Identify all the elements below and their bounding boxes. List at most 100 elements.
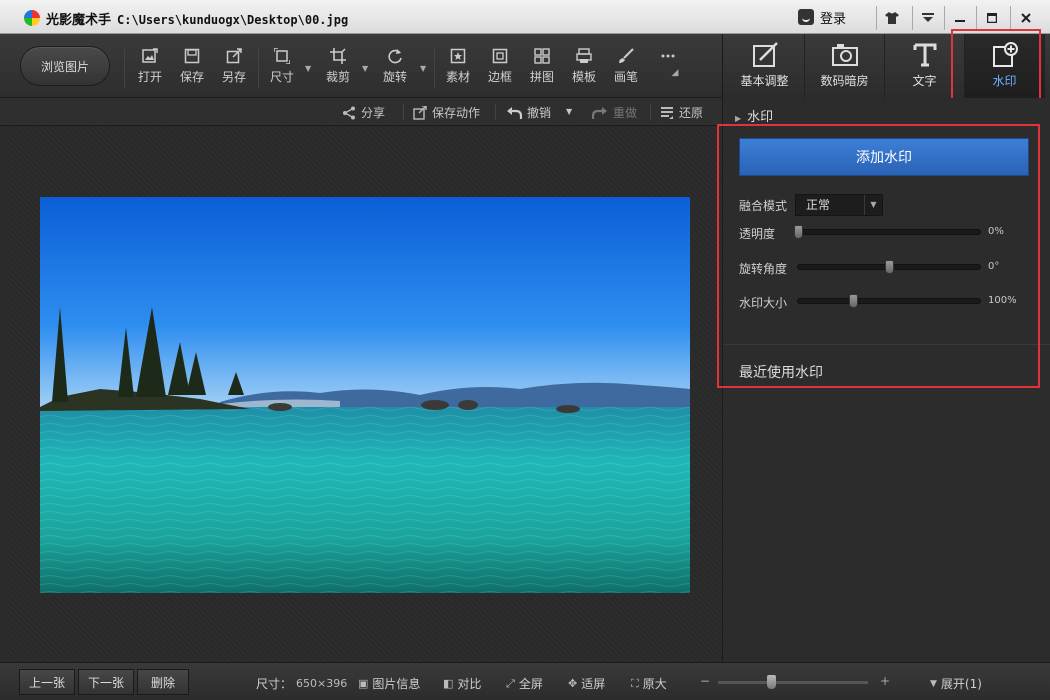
login-button[interactable]: 登录 [798, 6, 846, 28]
rotate-label: 旋转 [382, 70, 407, 84]
rotation-slider[interactable] [797, 260, 981, 274]
photo-image [40, 197, 690, 593]
resize-button[interactable]: 尺寸 [262, 48, 302, 92]
zoom-slider[interactable] [718, 675, 868, 689]
resize-dropdown-icon[interactable]: ▼ [305, 64, 311, 73]
save-action-button[interactable]: 保存动作 [413, 104, 480, 121]
collage-button[interactable]: 拼图 [522, 48, 562, 92]
app-logo-icon [24, 10, 40, 26]
tab-basic-adjust[interactable]: 基本调整 [725, 34, 805, 98]
action-separator [403, 104, 404, 120]
border-button[interactable]: 边框 [480, 48, 520, 92]
tab-watermark-label: 水印 [992, 74, 1017, 88]
rotation-slider-handle[interactable] [885, 260, 894, 274]
tab-watermark[interactable]: 水印 [965, 34, 1045, 98]
delete-button[interactable]: 删除 [137, 669, 189, 695]
next-image-button[interactable]: 下一张 [78, 669, 134, 695]
toolbar-separator [258, 48, 259, 88]
close-button[interactable] [1010, 6, 1040, 30]
crop-dropdown-icon[interactable]: ▼ [362, 64, 368, 73]
browse-images-button[interactable]: 浏览图片 [20, 46, 110, 86]
main-toolbar: 浏览图片 打开 保存 另存 尺寸 ▼ 裁剪 ▼ 旋转 ▼ 素材 边框 拼图 模板… [0, 34, 722, 98]
zoom-in-button[interactable]: + [880, 674, 890, 688]
tab-darkroom-label: 数码暗房 [820, 74, 869, 88]
close-icon [1020, 13, 1031, 23]
save-action-label: 保存动作 [432, 106, 481, 120]
redo-button[interactable]: 重做 [592, 104, 637, 121]
fullscreen-label: 全屏 [518, 677, 543, 691]
open-image-icon [142, 48, 158, 63]
maximize-button[interactable] [976, 6, 1006, 30]
more-icon [661, 54, 675, 58]
share-button[interactable]: 分享 [342, 104, 385, 121]
undo-button[interactable]: 撤销 [506, 104, 551, 121]
action-bar: 分享 保存动作 撤销 ▼ 重做 还原 [0, 98, 722, 126]
restore-icon [661, 106, 673, 119]
crop-button[interactable]: 裁剪 [318, 48, 358, 92]
fullscreen-button[interactable]: ⤢ 全屏 [506, 675, 543, 692]
prev-image-button[interactable]: 上一张 [19, 669, 75, 695]
template-label: 模板 [571, 70, 596, 84]
save-as-button[interactable]: 另存 [214, 48, 254, 92]
text-icon [913, 43, 936, 67]
fit-screen-button[interactable]: ✥ 适屏 [568, 675, 605, 692]
save-action-icon [413, 105, 427, 120]
menu-dropdown-button[interactable] [912, 6, 942, 30]
original-size-icon: ⛶ [631, 676, 639, 690]
status-bar: 上一张 下一张 删除 尺寸： 650×396 ▣ 图片信息 ◧ 对比 ⤢ 全屏 ✥ 适屏 … [0, 662, 1050, 700]
rotation-label: 旋转角度 [739, 262, 788, 276]
fullscreen-icon: ⤢ [506, 676, 515, 690]
tab-text[interactable]: 文字 [885, 34, 965, 98]
opacity-label: 透明度 [739, 227, 776, 241]
opacity-slider-handle[interactable] [794, 225, 803, 239]
blend-mode-select[interactable]: 正常 ▼ [795, 194, 883, 216]
open-button[interactable]: 打开 [130, 48, 170, 92]
image-info-button[interactable]: ▣ 图片信息 [358, 675, 420, 692]
panel-header[interactable]: ▶ 水印 [735, 106, 773, 125]
expand-button[interactable]: ▼ 展开(1) [930, 675, 982, 692]
tab-text-label: 文字 [912, 74, 937, 88]
zoom-slider-handle[interactable] [766, 675, 776, 689]
dropdown-icon [921, 13, 934, 22]
original-size-button[interactable]: ⛶ 原大 [631, 675, 667, 692]
brush-button[interactable]: 画笔 [606, 48, 646, 92]
title-bar: 光影魔术手 C:\Users\kunduogx\Desktop\00.jpg 登录 [0, 0, 1050, 34]
skin-button[interactable] [876, 6, 906, 30]
zoom-out-button[interactable]: − [700, 674, 710, 688]
fit-screen-icon: ✥ [568, 677, 578, 690]
image-info-icon: ▣ [358, 677, 369, 690]
add-watermark-button[interactable]: 添加水印 [739, 138, 1029, 176]
template-button[interactable]: 模板 [564, 48, 604, 92]
watermark-icon [992, 42, 1018, 67]
size-label: 尺寸： [256, 677, 293, 691]
more-tools-button[interactable]: ◢ [648, 48, 688, 92]
opacity-value: 0% [988, 226, 1004, 237]
material-button[interactable]: 素材 [438, 48, 478, 92]
app-name: 光影魔术手 [46, 13, 112, 28]
watermark-size-slider[interactable] [797, 294, 981, 308]
recent-watermarks-heading[interactable]: 最近使用水印 [739, 362, 823, 382]
watermark-size-slider-handle[interactable] [848, 294, 858, 308]
save-button[interactable]: 保存 [172, 48, 212, 92]
blend-mode-label: 融合模式 [739, 199, 788, 213]
save-as-icon [226, 48, 242, 64]
minimize-icon [954, 20, 965, 22]
undo-label: 撤销 [527, 106, 552, 120]
tab-darkroom[interactable]: 数码暗房 [805, 34, 885, 98]
restore-button[interactable]: 还原 [660, 104, 703, 121]
opacity-slider[interactable] [794, 225, 981, 239]
resize-label: 尺寸 [269, 70, 294, 84]
shirt-icon [884, 12, 899, 24]
rotate-dropdown-icon[interactable]: ▼ [420, 64, 426, 73]
rotate-icon [388, 49, 402, 64]
restore-label: 还原 [679, 106, 704, 120]
minimize-button[interactable] [944, 6, 974, 30]
compare-button[interactable]: ◧ 对比 [443, 675, 481, 692]
save-icon [184, 48, 200, 64]
undo-dropdown-icon[interactable]: ▼ [566, 107, 572, 116]
rotate-button[interactable]: 旋转 [375, 48, 415, 92]
action-separator [495, 104, 496, 120]
image-size-info: 尺寸： 650×396 [256, 675, 347, 692]
image-info-label: 图片信息 [372, 677, 421, 691]
crop-icon [330, 48, 346, 64]
